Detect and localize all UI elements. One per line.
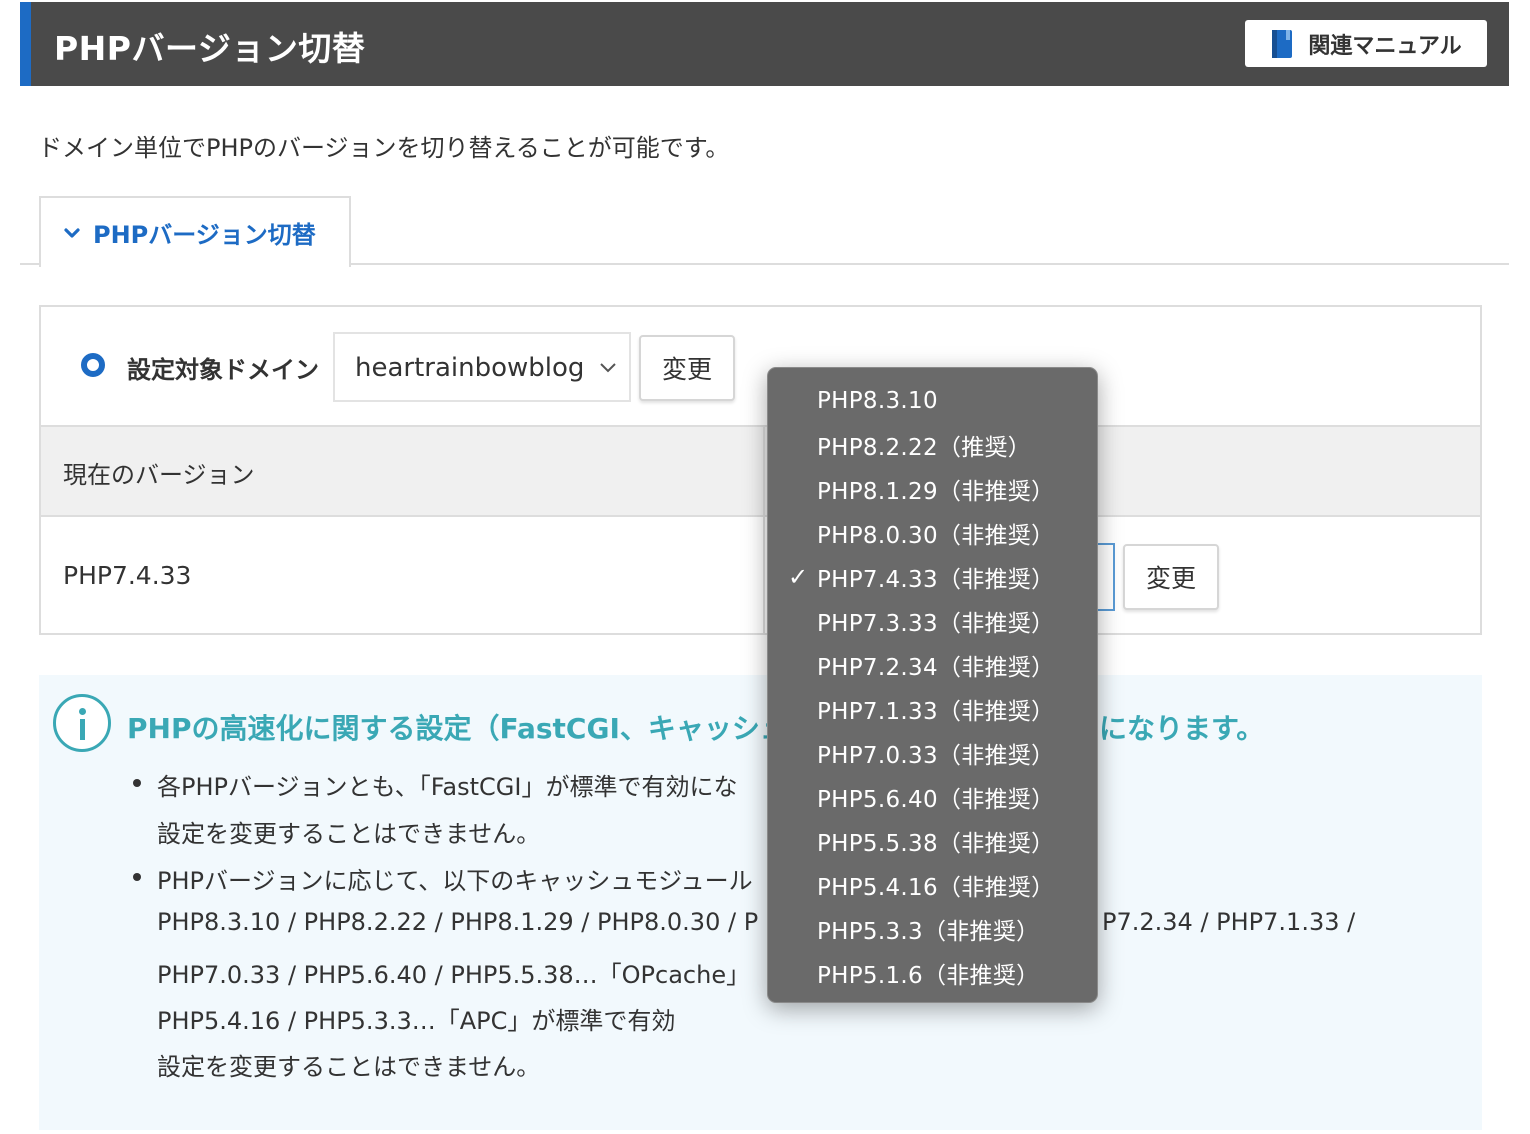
dropdown-option[interactable]: PHP8.0.30（非推奨） bbox=[768, 511, 1097, 555]
page-title: PHPバージョン切替 bbox=[54, 29, 366, 68]
dropdown-option[interactable]: PHP7.2.34（非推奨） bbox=[768, 643, 1097, 687]
info-title-start: PHPの高速化に関する設定（FastCGI、キャッシュ bbox=[127, 712, 788, 745]
related-manual-button[interactable]: 関連マニュアル bbox=[1245, 20, 1487, 67]
current-version-value: PHP7.4.33 bbox=[63, 561, 192, 590]
dropdown-option-selected[interactable]: ✓ PHP7.4.33（非推奨） bbox=[768, 555, 1097, 599]
info-line: P7.2.34 / PHP7.1.33 / bbox=[1102, 908, 1356, 936]
dropdown-option[interactable]: PHP8.1.29（非推奨） bbox=[768, 467, 1097, 511]
dropdown-option[interactable]: PHP5.5.38（非推奨） bbox=[768, 819, 1097, 863]
dropdown-option[interactable]: PHP8.2.22（推奨） bbox=[768, 423, 1097, 467]
chevron-down-icon bbox=[600, 363, 616, 373]
dropdown-option-label: PHP8.0.30（非推奨） bbox=[817, 523, 1055, 549]
version-table-row: PHP7.4.33 bbox=[41, 517, 1480, 633]
version-change-button[interactable]: 変更 bbox=[1123, 544, 1219, 610]
info-title: PHPの高速化に関する設定（FastCGI、キャッシュ になります。 bbox=[127, 707, 1264, 747]
bullet-dot bbox=[133, 873, 141, 881]
dropdown-option[interactable]: PHP5.1.6（非推奨） bbox=[768, 951, 1097, 995]
dropdown-option-label: PHP8.1.29（非推奨） bbox=[817, 479, 1055, 505]
dropdown-option-label: PHP5.3.3（非推奨） bbox=[817, 919, 1040, 945]
dropdown-option-label: PHP7.4.33（非推奨） bbox=[817, 567, 1055, 593]
page-description: ドメイン単位でPHPのバージョンを切り替えることが可能です。 bbox=[38, 134, 730, 162]
info-line: PHP7.0.33 / PHP5.6.40 / PHP5.5.38…「OPcac… bbox=[157, 961, 751, 989]
dropdown-option-label: PHP7.1.33（非推奨） bbox=[817, 699, 1055, 725]
radio-ring-icon bbox=[81, 353, 105, 377]
dropdown-option-label: PHP7.0.33（非推奨） bbox=[817, 743, 1055, 769]
dropdown-option-label: PHP5.1.6（非推奨） bbox=[817, 963, 1040, 989]
dropdown-option-label: PHP5.6.40（非推奨） bbox=[817, 787, 1055, 813]
page-header: PHPバージョン切替 関連マニュアル bbox=[20, 2, 1509, 86]
domain-select[interactable]: heartrainbowblog.com bbox=[333, 332, 631, 402]
dropdown-option[interactable]: PHP7.0.33（非推奨） bbox=[768, 731, 1097, 775]
info-box: PHPの高速化に関する設定（FastCGI、キャッシュ になります。 各PHPバ… bbox=[39, 675, 1482, 1130]
book-icon bbox=[1272, 29, 1293, 58]
dropdown-option-label: PHP7.2.34（非推奨） bbox=[817, 655, 1055, 681]
dropdown-option[interactable]: PHP7.3.33（非推奨） bbox=[768, 599, 1097, 643]
dropdown-option-label: PHP5.5.38（非推奨） bbox=[817, 831, 1055, 857]
domain-change-button[interactable]: 変更 bbox=[639, 335, 735, 401]
current-version-header: 現在のバージョン bbox=[63, 461, 255, 489]
dropdown-option[interactable]: PHP5.4.16（非推奨） bbox=[768, 863, 1097, 907]
domain-row: 設定対象ドメイン heartrainbowblog.com 変更 bbox=[41, 307, 1480, 425]
check-mark-icon: ✓ bbox=[788, 563, 809, 591]
info-line: PHP5.4.16 / PHP5.3.3…「APC」が標準で有効 bbox=[157, 1007, 676, 1035]
dropdown-option[interactable]: PHP5.6.40（非推奨） bbox=[768, 775, 1097, 819]
info-line: 設定を変更することはできません。 bbox=[157, 820, 541, 848]
domain-select-value: heartrainbowblog.com bbox=[355, 353, 587, 383]
tab-label: PHPバージョン切替 bbox=[93, 221, 316, 249]
related-manual-label: 関連マニュアル bbox=[1308, 33, 1462, 59]
dropdown-option-label: PHP5.4.16（非推奨） bbox=[817, 875, 1055, 901]
dropdown-option[interactable]: PHP5.3.3（非推奨） bbox=[768, 907, 1097, 951]
info-icon bbox=[53, 694, 111, 752]
tab-php-version-switch[interactable]: PHPバージョン切替 bbox=[39, 196, 351, 267]
dropdown-option[interactable]: PHP8.3.10 bbox=[768, 379, 1097, 423]
domain-version-panel: 設定対象ドメイン heartrainbowblog.com 変更 現在のバージョ… bbox=[39, 305, 1482, 635]
info-line: 各PHPバージョンとも、「FastCGI」が標準で有効にな bbox=[157, 773, 738, 801]
bullet-dot bbox=[133, 779, 141, 787]
dropdown-option-label: PHP8.3.10 bbox=[817, 388, 938, 414]
version-table-header: 現在のバージョン bbox=[41, 425, 1480, 517]
header-accent-bar bbox=[20, 2, 31, 86]
dropdown-option-label: PHP7.3.33（非推奨） bbox=[817, 611, 1055, 637]
php-version-dropdown[interactable]: PHP8.3.10 PHP8.2.22（推奨） PHP8.1.29（非推奨） P… bbox=[767, 367, 1098, 1003]
dropdown-option-label: PHP8.2.22（推奨） bbox=[817, 435, 1032, 461]
target-domain-label: 設定対象ドメイン bbox=[127, 356, 319, 384]
info-line: PHPバージョンに応じて、以下のキャッシュモジュール bbox=[157, 867, 753, 895]
dropdown-option[interactable]: PHP7.1.33（非推奨） bbox=[768, 687, 1097, 731]
info-line: PHP8.3.10 / PHP8.2.22 / PHP8.1.29 / PHP8… bbox=[157, 908, 759, 936]
chevron-down-icon bbox=[64, 227, 80, 238]
info-line: 設定を変更することはできません。 bbox=[157, 1053, 541, 1081]
info-title-end: になります。 bbox=[1099, 712, 1265, 745]
